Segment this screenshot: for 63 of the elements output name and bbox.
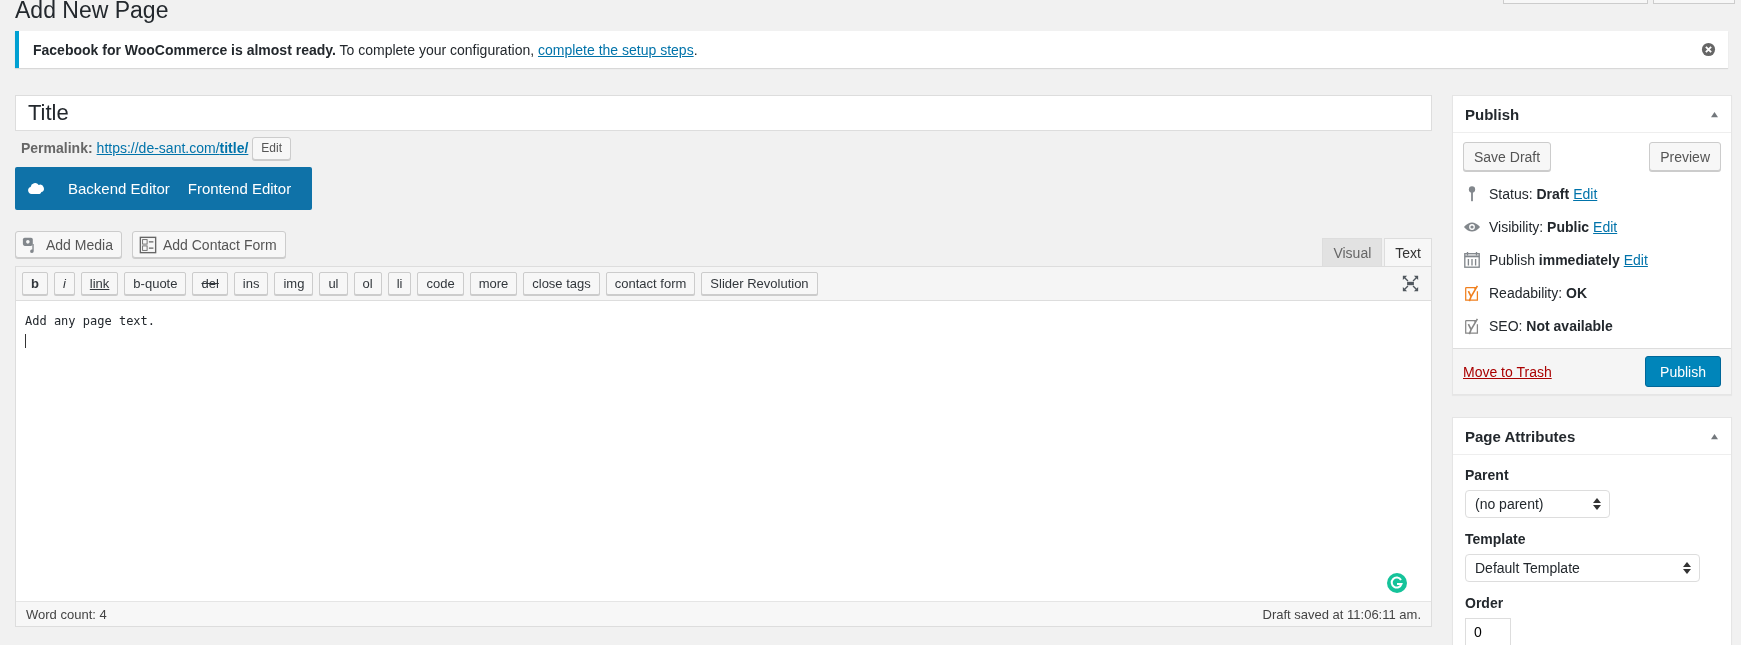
quicktag-button[interactable]: img bbox=[274, 272, 314, 295]
quicktag-button[interactable]: link bbox=[80, 272, 119, 295]
quicktag-button[interactable]: ins bbox=[233, 272, 269, 295]
collapse-icon[interactable] bbox=[1710, 110, 1719, 118]
notice-text: Facebook for WooCommerce is almost ready. To complete your configuration, complete the setup steps. bbox=[33, 41, 698, 58]
order-label: Order bbox=[1465, 595, 1505, 611]
word-count: Word count: 4 bbox=[26, 606, 107, 622]
template-select[interactable]: Default Template bbox=[1465, 554, 1700, 582]
quicktag-button[interactable]: close tags bbox=[523, 272, 600, 295]
edit-link[interactable]: Edit bbox=[1573, 185, 1598, 202]
edit-link[interactable]: Edit bbox=[1593, 218, 1618, 235]
editor-mode-button[interactable]: Frontend Editor bbox=[178, 180, 301, 197]
cloud-icon[interactable] bbox=[27, 181, 45, 196]
publish-button[interactable]: Publish bbox=[1645, 356, 1721, 387]
quicktag-button[interactable]: b bbox=[22, 272, 48, 295]
collapse-icon[interactable] bbox=[1710, 432, 1719, 440]
select-arrows-icon bbox=[1593, 498, 1601, 510]
quicktag-button[interactable]: ul bbox=[319, 272, 348, 295]
template-label: Template bbox=[1465, 531, 1527, 547]
quicktag-button[interactable]: code bbox=[417, 272, 464, 295]
media-button[interactable]: Add Contact Form bbox=[131, 231, 286, 258]
editor-tab[interactable]: Visual bbox=[1322, 238, 1383, 266]
close-icon[interactable] bbox=[1701, 42, 1716, 57]
panel-title: Publish bbox=[1465, 105, 1520, 123]
permalink-label: Permalink: bbox=[21, 140, 93, 156]
quicktag-button[interactable]: del bbox=[192, 272, 228, 295]
fullscreen-icon[interactable] bbox=[1402, 275, 1419, 292]
quicktag-button[interactable]: more bbox=[469, 272, 518, 295]
save-draft-button[interactable]: Save Draft bbox=[1463, 142, 1552, 171]
quicktag-button[interactable]: b-quote bbox=[124, 272, 187, 295]
publish-meta-text: Visibility: Public Edit bbox=[1489, 218, 1618, 235]
setup-link[interactable]: complete the setup steps bbox=[538, 41, 694, 58]
panel-title: Page Attributes bbox=[1465, 427, 1576, 445]
draft-saved-status: Draft saved at 11:06:11 am. bbox=[1262, 606, 1421, 622]
text-cursor bbox=[25, 334, 26, 348]
publish-meta-text: Publish immediately Edit bbox=[1489, 251, 1648, 268]
quicktag-button[interactable]: li bbox=[387, 272, 412, 295]
editor-text: Add any page text. bbox=[25, 314, 156, 328]
publish-meta-text: Readability: OK bbox=[1489, 284, 1588, 301]
order-field[interactable]: 0 bbox=[1465, 618, 1511, 645]
publish-meta-text: SEO: Not available bbox=[1489, 317, 1613, 334]
quicktag-button[interactable]: i bbox=[53, 272, 75, 295]
publish-meta-text: Status: Draft Edit bbox=[1489, 185, 1598, 202]
calendar-icon bbox=[1463, 250, 1481, 269]
grammar-checker-icon[interactable] bbox=[1387, 573, 1407, 593]
title-field[interactable]: Title bbox=[15, 95, 1432, 131]
edit-link[interactable]: Edit bbox=[1623, 251, 1648, 268]
quicktag-button[interactable]: Slider Revolution bbox=[701, 272, 818, 295]
quicktag-button[interactable]: ol bbox=[353, 272, 382, 295]
edit-button[interactable]: Edit bbox=[252, 136, 291, 160]
editor-tab[interactable]: Text bbox=[1384, 238, 1432, 266]
text-editor[interactable]: Add any page text. bbox=[16, 301, 1431, 601]
media-button[interactable]: Add Media bbox=[15, 231, 122, 258]
move-to-trash-link[interactable]: Move to Trash bbox=[1463, 363, 1552, 380]
parent-select[interactable]: (no parent) bbox=[1465, 490, 1610, 518]
page-heading: Add New Page bbox=[15, 0, 169, 25]
form-icon bbox=[138, 235, 157, 254]
parent-label: Parent bbox=[1465, 467, 1510, 483]
editor-mode-button[interactable]: Backend Editor bbox=[59, 180, 179, 197]
quicktag-button[interactable]: contact form bbox=[605, 272, 696, 295]
preview-button[interactable]: Preview bbox=[1649, 142, 1721, 171]
permalink-link[interactable]: https://de-sant.com/title/ bbox=[96, 140, 249, 156]
select-arrows-icon bbox=[1683, 562, 1691, 574]
